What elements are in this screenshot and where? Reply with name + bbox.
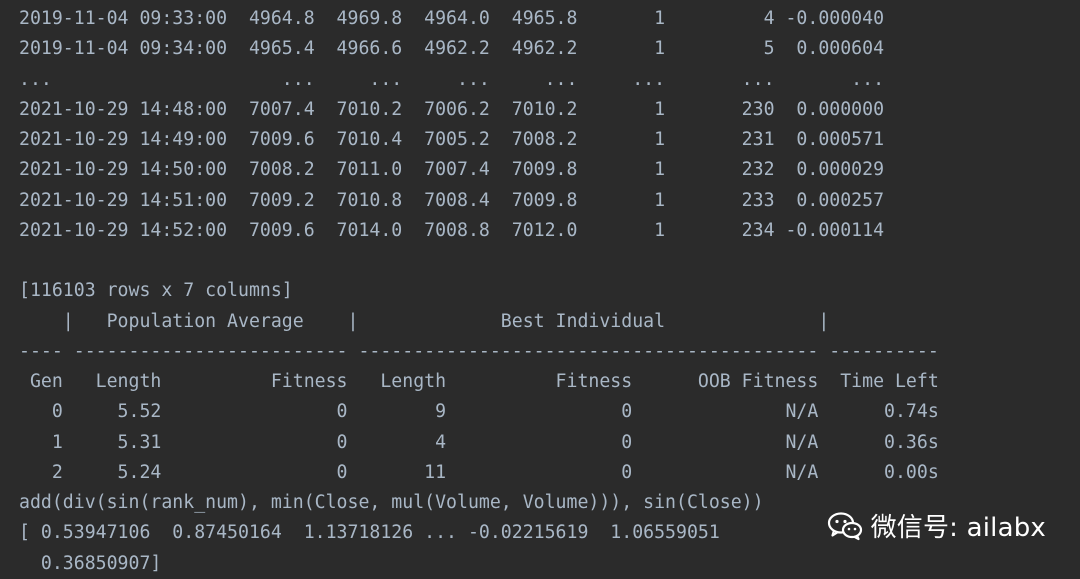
wechat-icon	[827, 511, 862, 540]
watermark: 微信号: ailabx	[827, 507, 1046, 544]
dataframe-shape: [116103 rows x 7 columns]	[19, 280, 293, 302]
table-row: 0 5.52 0 9 0 N/A 0.74s	[19, 401, 939, 423]
watermark-text: 微信号: ailabx	[870, 513, 1046, 543]
data-row: 2021-10-29 14:48:00 7007.4 7010.2 7006.2…	[19, 98, 885, 120]
data-row: 2021-10-29 14:49:00 7009.6 7010.4 7005.2…	[19, 129, 885, 150]
table-separator: ---- ------------------------- ---------…	[19, 340, 939, 362]
data-row: 2019-11-04 09:34:00 4965.4 4966.6 4962.2…	[19, 38, 885, 60]
data-row: 2019-11-04 09:33:00 4964.8 4969.8 4964.0…	[19, 8, 885, 29]
data-row: 2021-10-29 14:50:00 7008.2 7011.0 7007.4…	[19, 159, 885, 181]
table-column-header: Gen Length Fitness Length Fitness OOB Fi…	[19, 371, 939, 392]
array-output: 0.36850907]	[19, 552, 162, 574]
table-group-header: | Population Average | Best Individual |	[19, 310, 830, 332]
data-row: 2021-10-29 14:52:00 7009.6 7014.0 7008.8…	[19, 219, 885, 241]
ellipsis-row: ... ... ... ... ... ... ... ...	[19, 68, 885, 90]
table-row: 1 5.31 0 4 0 N/A 0.36s	[19, 431, 939, 453]
data-row: 2021-10-29 14:51:00 7009.2 7010.8 7008.4…	[19, 189, 885, 211]
table-row: 2 5.24 0 11 0 N/A 0.00s	[19, 461, 939, 483]
console-output: 2019-11-04 09:33:00 4964.8 4969.8 4964.0…	[0, 0, 1080, 577]
